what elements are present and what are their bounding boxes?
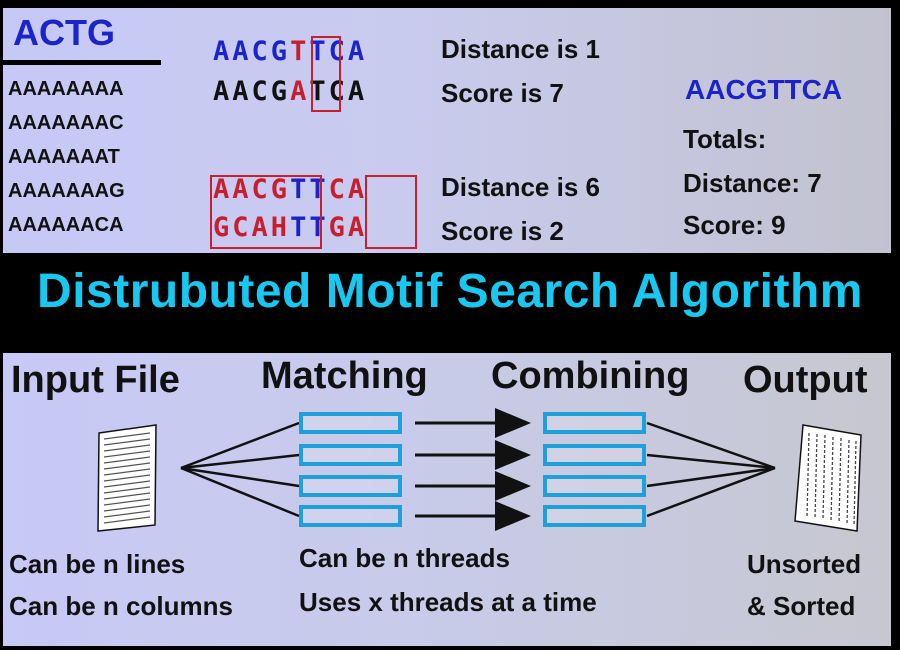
totals-score: Score: 9 bbox=[683, 210, 786, 240]
base: A bbox=[347, 36, 368, 67]
base: C bbox=[251, 76, 271, 107]
combining-thread-box bbox=[543, 505, 646, 527]
motif-label: AACGTTCA bbox=[685, 74, 843, 105]
mismatch-highlight-box bbox=[365, 175, 417, 249]
base: A bbox=[232, 76, 252, 107]
base-mismatch: A bbox=[290, 76, 310, 107]
base-mismatch: G bbox=[328, 212, 348, 243]
base: G bbox=[270, 76, 291, 107]
sequence-item: AAAAAACA bbox=[8, 214, 124, 236]
sequence-item: AAAAAAAA bbox=[8, 78, 124, 100]
base: A bbox=[213, 36, 233, 67]
combining-thread-box bbox=[543, 475, 646, 497]
alphabet-heading: ACTG bbox=[13, 12, 115, 53]
input-note-columns: Can be n columns bbox=[9, 591, 233, 621]
output-note-unsorted: Unsorted bbox=[747, 549, 862, 579]
matching-thread-box bbox=[299, 505, 402, 527]
page-title: Distrubuted Motif Search Algorithm bbox=[37, 265, 863, 318]
example2-distance: Distance is 6 bbox=[441, 172, 600, 202]
output-note-sorted: & Sorted bbox=[747, 591, 856, 621]
example1-query-row: AACGTTCA bbox=[213, 36, 367, 67]
input-note-lines: Can be n lines bbox=[9, 549, 186, 579]
example1-score: Score is 7 bbox=[441, 78, 564, 108]
example1-distance: Distance is 1 bbox=[441, 34, 600, 64]
base: C bbox=[251, 36, 271, 67]
sequence-item: AAAAAAAT bbox=[8, 146, 120, 168]
input-document-icon bbox=[97, 424, 157, 532]
combining-thread-box bbox=[543, 444, 646, 466]
matching-thread-box bbox=[299, 444, 402, 466]
base: A bbox=[347, 76, 368, 107]
combining-thread-box bbox=[543, 412, 646, 434]
base-mismatch: C bbox=[328, 174, 348, 205]
mismatch-highlight-box bbox=[311, 36, 341, 112]
sequence-item: AAAAAAAC bbox=[8, 112, 124, 134]
thread-note-concurrency: Uses x threads at a time bbox=[299, 587, 597, 617]
alphabet-underline bbox=[3, 60, 161, 65]
base: A bbox=[213, 76, 233, 107]
totals-distance: Distance: 7 bbox=[683, 168, 822, 198]
pipeline-panel: Input File Matching Combining Output Can… bbox=[3, 353, 891, 646]
thread-arrows bbox=[415, 408, 531, 531]
fan-out-lines bbox=[180, 421, 300, 518]
sequence-item: AAAAAAAG bbox=[8, 180, 125, 202]
base: A bbox=[232, 36, 252, 67]
fan-in-lines bbox=[646, 421, 776, 518]
matching-thread-box bbox=[299, 475, 402, 497]
motif-example-panel: ACTG AAAAAAAA AAAAAAAC AAAAAAAT AAAAAAAG… bbox=[3, 8, 891, 253]
matching-thread-box bbox=[299, 412, 402, 434]
example1-candidate-row: AACGATCA bbox=[213, 76, 367, 107]
output-document-icon bbox=[794, 424, 862, 532]
example2-score: Score is 2 bbox=[441, 216, 564, 246]
sequence-list: AAAAAAAA AAAAAAAC AAAAAAAT AAAAAAAG AAAA… bbox=[8, 72, 125, 242]
totals-heading: Totals: bbox=[683, 124, 767, 154]
base-mismatch: T bbox=[290, 36, 310, 67]
mismatch-highlight-box bbox=[210, 175, 322, 249]
thread-note-count: Can be n threads bbox=[299, 543, 510, 573]
base: G bbox=[270, 36, 291, 67]
